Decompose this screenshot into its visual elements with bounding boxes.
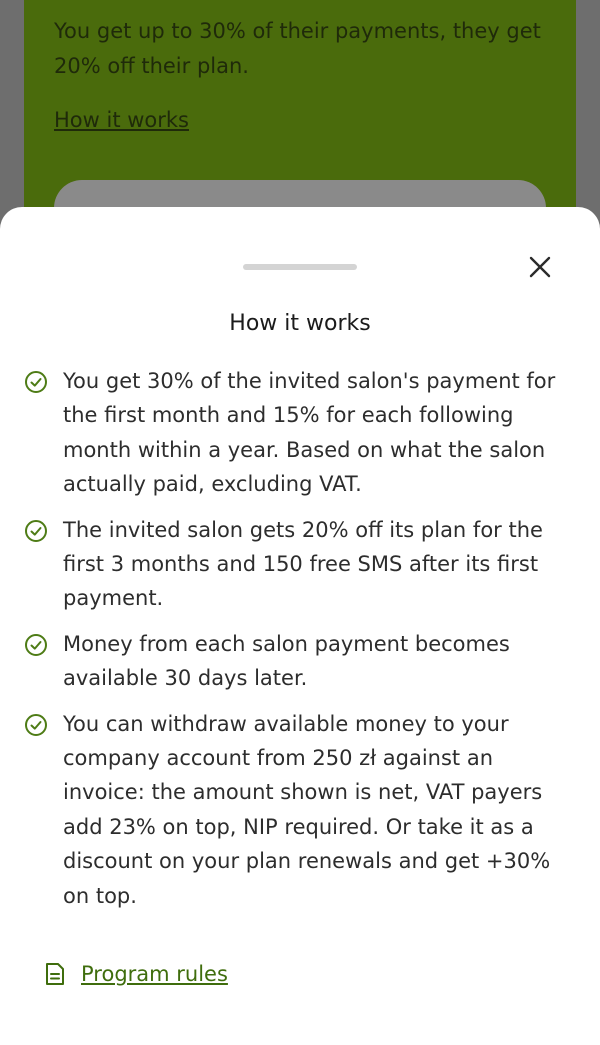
benefits-list: You get 30% of the invited salon's payme…: [24, 364, 576, 924]
sheet-drag-handle[interactable]: [243, 264, 357, 270]
list-item-text: Money from each salon payment becomes av…: [63, 631, 510, 691]
list-item: The invited salon gets 20% off its plan …: [24, 513, 576, 616]
list-item: Money from each salon payment becomes av…: [24, 627, 576, 696]
list-item-text: You can withdraw available money to your…: [63, 711, 551, 908]
document-icon: [46, 963, 64, 985]
referral-card-text: You get up to 30% of their payments, the…: [54, 19, 541, 78]
program-rules-label: Program rules: [81, 962, 228, 986]
close-icon: [529, 256, 551, 278]
check-circle-icon: [25, 633, 47, 656]
how-it-works-sheet: How it works You get 30% of the invited …: [0, 207, 600, 1045]
list-item: You can withdraw available money to your…: [24, 707, 576, 913]
how-it-works-link[interactable]: How it works: [54, 104, 189, 136]
list-item-text: The invited salon gets 20% off its plan …: [63, 517, 543, 611]
check-circle-icon: [25, 713, 47, 736]
check-circle-icon: [25, 371, 47, 393]
list-item-text: You get 30% of the invited salon's payme…: [63, 369, 556, 497]
check-circle-icon: [25, 519, 47, 542]
close-button[interactable]: [520, 247, 560, 287]
program-rules-link[interactable]: Program rules: [44, 959, 228, 989]
list-item: You get 30% of the invited salon's payme…: [24, 364, 576, 502]
sheet-title: How it works: [229, 311, 371, 336]
screen: You get up to 30% of their payments, the…: [0, 0, 600, 1045]
